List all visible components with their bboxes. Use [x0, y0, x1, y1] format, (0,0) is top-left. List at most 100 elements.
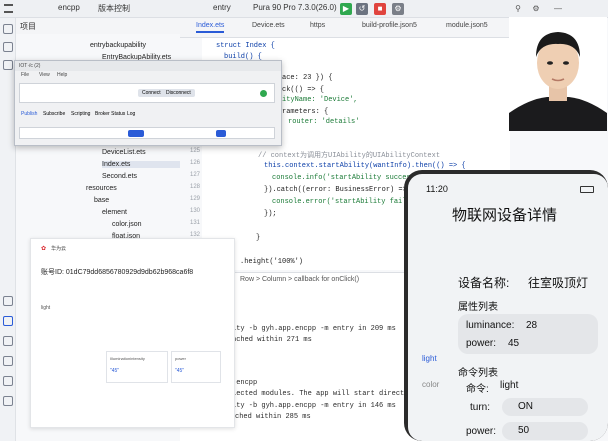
- battery-icon: [580, 186, 594, 193]
- debug-button[interactable]: ↺: [356, 3, 368, 15]
- tree-item[interactable]: base: [94, 197, 109, 204]
- folder-icon[interactable]: [3, 24, 13, 34]
- person-image: [509, 17, 607, 131]
- breadcrumb[interactable]: Row > Column > callback for onClick(): [240, 276, 359, 283]
- side-label-color: color: [422, 380, 440, 389]
- disconnect-button[interactable]: Disconnect: [162, 89, 195, 97]
- project-panel-header[interactable]: 项目: [16, 18, 180, 34]
- stop-button[interactable]: ■: [374, 3, 386, 15]
- search-icon[interactable]: ⚲: [512, 3, 524, 15]
- title-bar: encpp 版本控制 entry Pura 90 Pro 7.3.0(26.0)…: [0, 0, 608, 18]
- property-value: "45": [175, 368, 185, 374]
- code-line: console.info('startAbility succes: [272, 174, 411, 182]
- tree-item[interactable]: resources: [86, 185, 117, 192]
- tree-item[interactable]: entrybackupability: [90, 42, 146, 49]
- cmd-list-label: 命令列表: [458, 368, 498, 379]
- status-indicator: [260, 90, 267, 97]
- menu-help[interactable]: Help: [57, 72, 67, 78]
- power-value: 45: [508, 338, 520, 349]
- tree-item[interactable]: Second.ets: [102, 173, 137, 180]
- git-icon[interactable]: [3, 396, 13, 406]
- turn-value: ON: [518, 401, 533, 412]
- mqtt-client-window[interactable]: IOT·/c (2) File View Help Connect Discon…: [14, 60, 282, 146]
- console-line: ity -b gyh.app.encpp -m entry in 209 ms: [232, 325, 396, 333]
- run-button[interactable]: ▶: [340, 3, 352, 15]
- tree-item-selected[interactable]: Index.ets: [102, 161, 182, 168]
- line-number: 126: [189, 160, 200, 166]
- tab-module[interactable]: module.json5: [446, 22, 488, 29]
- power2-label: power:: [466, 426, 497, 437]
- profile-button[interactable]: ⚙: [392, 3, 404, 15]
- property-box: Illuminationintensity "45": [106, 351, 168, 383]
- code-line: ck(() => {: [282, 86, 325, 94]
- tab-device[interactable]: Device.ets: [252, 22, 285, 29]
- device-select[interactable]: Pura 90 Pro 7.3.0(26.0): [253, 3, 337, 12]
- turn-label: turn:: [470, 402, 491, 413]
- tab-https[interactable]: https: [310, 22, 325, 29]
- device-name-label: 设备名称:: [458, 276, 510, 290]
- terminal-icon[interactable]: [3, 336, 13, 346]
- cloud-logo: ✿: [41, 246, 47, 252]
- topic-input[interactable]: [19, 127, 275, 139]
- minimize-icon[interactable]: —: [552, 3, 564, 15]
- code-line: console.error('startAbility failed: [272, 198, 415, 206]
- code-line: ace: 23 }) {: [282, 74, 333, 82]
- device-name-value: 往室吸顶灯: [528, 276, 589, 290]
- cmd-value: light: [500, 380, 519, 391]
- page-title: 物联网设备详情: [452, 207, 558, 224]
- line-number: 127: [189, 172, 200, 178]
- property-label: power: [175, 356, 186, 361]
- tree-item[interactable]: DeviceList.ets: [102, 149, 146, 156]
- luminance-value: 28: [526, 320, 538, 331]
- plugin-icon[interactable]: [3, 60, 13, 70]
- structure-icon[interactable]: [3, 42, 13, 52]
- dialog-title: IOT·/c (2): [15, 61, 281, 71]
- attr-list-label: 属性列表: [458, 302, 498, 313]
- line-number: 130: [189, 208, 200, 214]
- code-line: router: 'details': [288, 118, 360, 126]
- tree-item[interactable]: element: [102, 209, 127, 216]
- problems-icon[interactable]: [3, 376, 13, 386]
- publish-button[interactable]: [128, 130, 144, 137]
- line-number: 131: [189, 220, 200, 226]
- luminance-label: luminance:: [466, 320, 515, 331]
- side-label-light: light: [422, 354, 437, 363]
- power-input[interactable]: 50: [502, 422, 588, 440]
- line-number: 129: [189, 196, 200, 202]
- code-line: this.context.startAbility(wantInfo).then…: [264, 162, 466, 170]
- connect-button[interactable]: Connect: [138, 89, 165, 97]
- connection-field[interactable]: Connect Disconnect: [19, 83, 275, 103]
- log-icon[interactable]: [3, 356, 13, 366]
- dialog-tabs: Publish Subscribe Scripting Broker Statu…: [19, 109, 275, 121]
- vcs-menu[interactable]: 版本控制: [98, 3, 130, 14]
- tab-publish[interactable]: Publish: [21, 111, 37, 117]
- code-line: .height('100%'): [240, 258, 304, 266]
- menu-view[interactable]: View: [39, 72, 50, 78]
- property-label: Illuminationintensity: [110, 356, 145, 361]
- console-line: nched within 271 ms: [232, 336, 312, 344]
- tab-broker-status[interactable]: Broker Status: [95, 111, 125, 117]
- cmd-label: 命令:: [466, 384, 489, 395]
- module-select[interactable]: entry: [213, 3, 231, 12]
- code-line: }: [256, 234, 261, 242]
- property-value: "45": [110, 368, 120, 374]
- tree-item[interactable]: color.json: [112, 221, 142, 228]
- menu-file[interactable]: File: [21, 72, 29, 78]
- tab-subscribe[interactable]: Subscribe: [43, 111, 65, 117]
- code-line: ityName: 'Device',: [282, 96, 358, 104]
- tab-build-profile[interactable]: build-profile.json5: [362, 22, 417, 29]
- build-icon[interactable]: [3, 296, 13, 306]
- menu-icon[interactable]: [4, 4, 13, 13]
- tab-index[interactable]: Index.ets: [196, 22, 225, 33]
- dialog-menu: File View Help: [15, 71, 281, 80]
- settings-icon[interactable]: ⚙: [530, 3, 542, 15]
- tab-log[interactable]: Log: [127, 111, 135, 117]
- turn-input[interactable]: ON: [502, 398, 588, 416]
- console-line: ity -b gyh.app.encpp -m entry in 146 ms: [232, 402, 396, 410]
- qos-0-button[interactable]: [216, 130, 226, 137]
- profile-photo: [509, 17, 607, 131]
- project-name[interactable]: encpp: [58, 3, 80, 12]
- code-line: }).catch((error: BusinessError) =>: [264, 186, 407, 194]
- run-icon[interactable]: [3, 316, 13, 326]
- tab-scripting[interactable]: Scripting: [71, 111, 90, 117]
